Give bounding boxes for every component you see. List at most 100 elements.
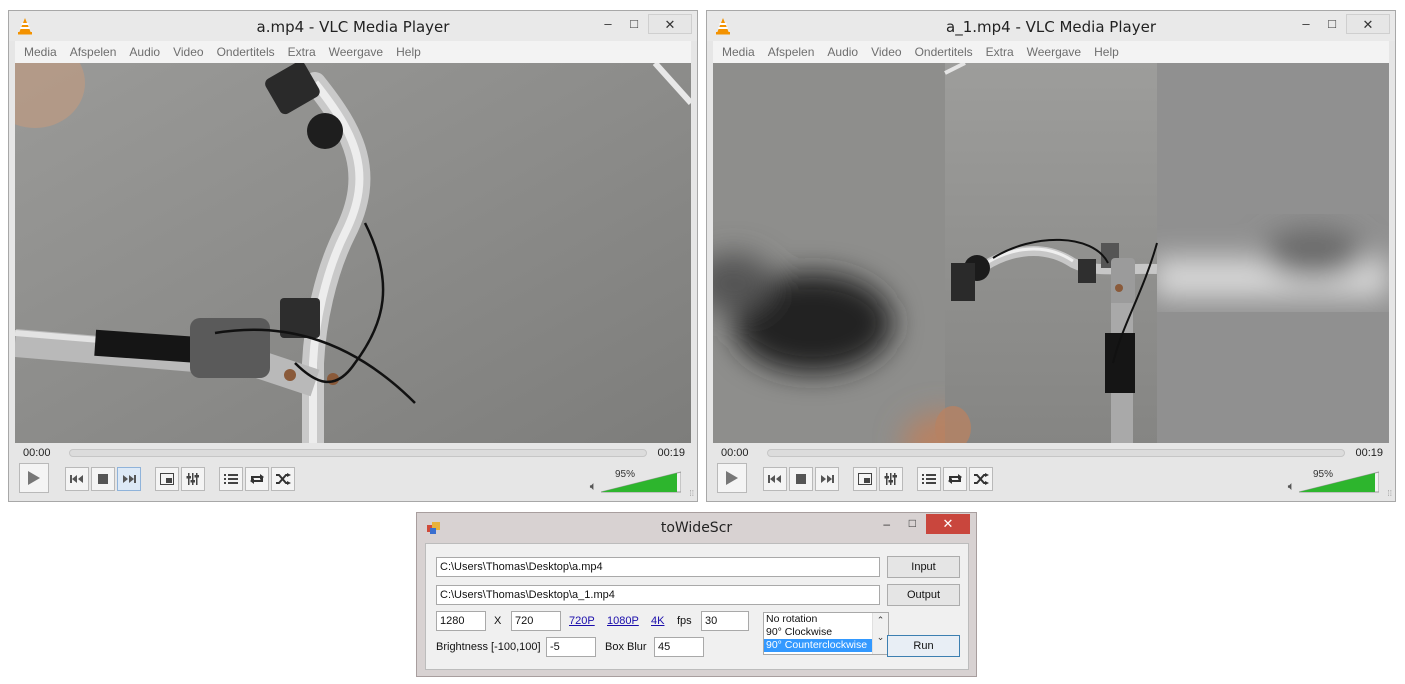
window-title: a_1.mp4 - VLC Media Player (946, 18, 1156, 36)
vlc-window-output: a_1.mp4 - VLC Media Player ‒ □ ✕ Media A… (706, 10, 1396, 502)
rotation-option[interactable]: No rotation (764, 613, 872, 626)
volume-slider[interactable] (601, 471, 681, 493)
input-path-field[interactable]: C:\Users\Thomas\Desktop\a.mp4 (436, 557, 880, 577)
listbox-scrollbar[interactable]: ⌃ ⌄ (872, 613, 888, 654)
previous-button[interactable] (65, 467, 89, 491)
minimize-button[interactable]: ‒ (1293, 14, 1319, 34)
seek-bar[interactable] (69, 449, 647, 457)
next-button[interactable] (117, 467, 141, 491)
time-total: 00:19 (1355, 447, 1383, 459)
menu-bar: Media Afspelen Audio Video Ondertitels E… (15, 41, 691, 63)
playlist-button[interactable] (917, 467, 941, 491)
window-title: a.mp4 - VLC Media Player (256, 18, 450, 36)
close-button[interactable]: ✕ (648, 14, 692, 34)
menu-view[interactable]: Weergave (1027, 41, 1081, 59)
brightness-field[interactable]: -5 (546, 637, 596, 657)
previous-icon (768, 475, 781, 483)
video-frame[interactable] (713, 63, 1389, 443)
output-button[interactable]: Output (887, 584, 960, 606)
menu-audio[interactable]: Audio (129, 41, 160, 59)
rotation-option-selected[interactable]: 90° Counterclockwise (764, 639, 872, 652)
menu-video[interactable]: Video (871, 41, 901, 59)
menu-subtitles[interactable]: Ondertitels (915, 41, 973, 59)
previous-icon (70, 475, 83, 483)
loop-icon (948, 474, 962, 484)
close-button[interactable]: ✕ (1346, 14, 1390, 34)
resize-grip[interactable]: ⁞⁞ (1388, 489, 1392, 498)
shuffle-button[interactable] (969, 467, 993, 491)
input-button[interactable]: Input (887, 556, 960, 578)
rotation-listbox[interactable]: No rotation 90° Clockwise 90° Counterclo… (763, 612, 889, 655)
extended-settings-icon (186, 473, 199, 485)
preset-720p-link[interactable]: 720P (569, 615, 595, 627)
fps-label: fps (677, 615, 692, 627)
resize-grip[interactable]: ⁞⁞ (690, 489, 694, 498)
fps-field[interactable]: 30 (701, 611, 749, 631)
menu-media[interactable]: Media (24, 41, 57, 59)
menu-subtitles[interactable]: Ondertitels (217, 41, 275, 59)
menu-playback[interactable]: Afspelen (768, 41, 815, 59)
extended-settings-icon (884, 473, 897, 485)
preset-4k-link[interactable]: 4K (651, 615, 664, 627)
time-total: 00:19 (657, 447, 685, 459)
next-icon (821, 475, 834, 483)
extended-settings-button[interactable] (181, 467, 205, 491)
menu-audio[interactable]: Audio (827, 41, 858, 59)
minimize-button[interactable]: ‒ (595, 14, 621, 34)
fullscreen-button[interactable] (155, 467, 179, 491)
time-elapsed: 00:00 (23, 447, 51, 459)
stop-button[interactable] (91, 467, 115, 491)
menu-help[interactable]: Help (396, 41, 421, 59)
menu-playback[interactable]: Afspelen (70, 41, 117, 59)
height-field[interactable]: 720 (511, 611, 561, 631)
menu-video[interactable]: Video (173, 41, 203, 59)
speaker-icon[interactable]: 🔈︎ (590, 479, 597, 494)
menu-help[interactable]: Help (1094, 41, 1119, 59)
brightness-label: Brightness [-100,100] (436, 641, 541, 653)
previous-button[interactable] (763, 467, 787, 491)
output-path-field[interactable]: C:\Users\Thomas\Desktop\a_1.mp4 (436, 585, 880, 605)
fullscreen-button[interactable] (853, 467, 877, 491)
speaker-icon[interactable]: 🔈︎ (1288, 479, 1295, 494)
maximize-button[interactable]: □ (1319, 14, 1345, 34)
scroll-up-icon[interactable]: ⌃ (873, 615, 888, 626)
play-button[interactable] (717, 463, 747, 493)
maximize-button[interactable]: □ (621, 14, 647, 34)
extended-settings-button[interactable] (879, 467, 903, 491)
window-title: toWideScr (660, 520, 733, 536)
stop-button[interactable] (789, 467, 813, 491)
x-label: X (494, 615, 502, 627)
video-frame[interactable] (15, 63, 691, 443)
maximize-button[interactable]: □ (909, 516, 916, 530)
menu-media[interactable]: Media (722, 41, 755, 59)
box-blur-field[interactable]: 45 (654, 637, 704, 657)
menu-tools[interactable]: Extra (986, 41, 1014, 59)
time-elapsed: 00:00 (721, 447, 749, 459)
loop-icon (250, 474, 264, 484)
run-button[interactable]: Run (887, 635, 960, 657)
loop-button[interactable] (245, 467, 269, 491)
shuffle-button[interactable] (271, 467, 295, 491)
play-icon (726, 471, 738, 485)
menu-view[interactable]: Weergave (329, 41, 383, 59)
fullscreen-icon (160, 473, 174, 485)
close-button[interactable]: ✕ (926, 514, 970, 534)
volume-slider[interactable] (1299, 471, 1379, 493)
menu-bar: Media Afspelen Audio Video Ondertitels E… (713, 41, 1389, 63)
vlc-window-original: a.mp4 - VLC Media Player ‒ □ ✕ Media Afs… (8, 10, 698, 502)
preset-1080p-link[interactable]: 1080P (607, 615, 639, 627)
seek-bar[interactable] (767, 449, 1345, 457)
loop-button[interactable] (943, 467, 967, 491)
rotation-option[interactable]: 90° Clockwise (764, 626, 872, 639)
playlist-button[interactable] (219, 467, 243, 491)
next-icon (123, 475, 136, 483)
minimize-button[interactable]: ‒ (883, 517, 890, 531)
play-button[interactable] (19, 463, 49, 493)
width-field[interactable]: 1280 (436, 611, 486, 631)
stop-icon (98, 474, 108, 484)
menu-tools[interactable]: Extra (288, 41, 316, 59)
playlist-icon (224, 474, 238, 484)
next-button[interactable] (815, 467, 839, 491)
video-frame-image (713, 63, 1389, 443)
scroll-down-icon[interactable]: ⌄ (873, 632, 888, 643)
